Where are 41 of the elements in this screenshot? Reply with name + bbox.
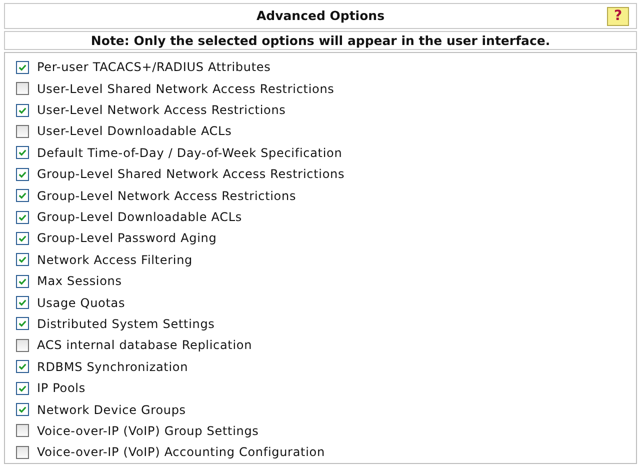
option-label: Voice-over-IP (VoIP) Accounting Configuration xyxy=(37,445,325,460)
checkbox[interactable] xyxy=(16,253,29,266)
note-text: Note: Only the selected options will appear in the user interface. xyxy=(90,32,550,48)
panel-title: Advanced Options xyxy=(256,8,385,24)
checkbox[interactable] xyxy=(16,146,29,160)
option-label: User-Level Shared Network Access Restrictions xyxy=(37,82,334,96)
checkbox[interactable] xyxy=(16,189,29,202)
option-label: Distributed System Settings xyxy=(37,316,215,331)
option-label: Group-Level Password Aging xyxy=(37,231,217,246)
help-button[interactable]: ? xyxy=(607,7,629,26)
checkbox[interactable] xyxy=(16,338,29,352)
option-label: Group-Level Downloadable ACLs xyxy=(37,210,242,224)
checkbox[interactable] xyxy=(16,124,29,138)
option-label: Network Access Filtering xyxy=(37,252,192,267)
option-label: Voice-over-IP (VoIP) Group Settings xyxy=(37,424,259,438)
option-label: Group-Level Shared Network Access Restrictions xyxy=(37,167,345,182)
option-label: IP Pools xyxy=(37,381,86,396)
checkbox[interactable] xyxy=(16,360,29,374)
checkbox[interactable] xyxy=(16,403,29,416)
checkbox[interactable] xyxy=(16,382,29,395)
option-label: ACS internal database Replication xyxy=(37,338,252,352)
option-label: User-Level Downloadable ACLs xyxy=(37,124,232,138)
option-label: Network Device Groups xyxy=(37,402,186,417)
checkbox[interactable] xyxy=(16,317,29,330)
checkbox[interactable] xyxy=(16,274,29,288)
option-label: Usage Quotas xyxy=(37,296,126,310)
option-label: RDBMS Synchronization xyxy=(37,360,188,374)
checkbox[interactable] xyxy=(16,210,29,224)
option-label: Max Sessions xyxy=(37,274,122,288)
option-label: Per-user TACACS+/RADIUS Attributes xyxy=(37,60,271,74)
checkbox[interactable] xyxy=(16,232,29,245)
checkbox[interactable] xyxy=(16,296,29,310)
checkbox[interactable] xyxy=(16,82,29,96)
checkbox[interactable] xyxy=(16,60,29,74)
checkbox[interactable] xyxy=(16,168,29,181)
checkbox[interactable] xyxy=(16,424,29,438)
checkbox[interactable] xyxy=(16,104,29,117)
option-label: User-Level Network Access Restrictions xyxy=(37,103,286,118)
checkbox[interactable] xyxy=(16,446,29,459)
option-label: Default Time-of-Day / Day-of-Week Specification xyxy=(37,146,342,160)
option-label: Group-Level Network Access Restrictions xyxy=(37,188,296,203)
